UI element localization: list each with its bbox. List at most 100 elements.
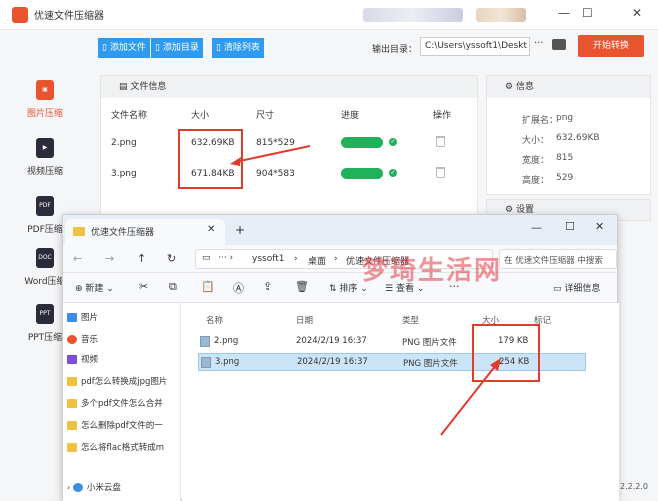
- minimize-icon[interactable]: —: [558, 6, 570, 20]
- nav-item-folder[interactable]: 多个pdf文件怎么合并: [67, 395, 179, 413]
- app-logo-icon: [12, 6, 28, 23]
- minimize-icon[interactable]: —: [531, 221, 542, 234]
- info-key: 大小：: [522, 136, 550, 146]
- close-icon[interactable]: ✕: [595, 220, 604, 233]
- browse-more-button[interactable]: ···: [534, 38, 544, 49]
- output-dir-field[interactable]: C:\Users\yssoft1\Deskt: [420, 37, 530, 56]
- info-panel-title: 信息: [515, 82, 534, 92]
- sidebar-item-label: 图片压缩: [26, 109, 63, 119]
- command-bar: ⊕ 新建 ⌄ ✂ ⧉ 📋 Ⓐ ⇪ 🗑 ⇅ 排序 ⌄ ☰ 查看 ⌄ ··· ▭ 详…: [63, 273, 617, 303]
- pictures-icon: [67, 313, 77, 322]
- file-type: PNG 图片文件: [402, 338, 457, 348]
- col-type[interactable]: 类型: [402, 314, 419, 326]
- file-name: 2.png: [111, 138, 137, 148]
- add-file-button[interactable]: ▯ 添加文件: [98, 38, 150, 58]
- copy-icon[interactable]: ⧉: [169, 280, 177, 294]
- version-label: 2.2.2.0: [620, 482, 648, 491]
- tab-title: 优速文件压缩器: [91, 228, 155, 238]
- nav-item-folder[interactable]: 怎么将flac格式转成m: [67, 439, 179, 457]
- col-date[interactable]: 日期: [296, 314, 313, 326]
- trash-icon[interactable]: [436, 167, 445, 178]
- info-value: png: [556, 113, 574, 123]
- nav-item-folder[interactable]: pdf怎么转换成jpg图片: [67, 373, 179, 391]
- pdf-icon: PDF: [36, 196, 54, 216]
- nav-label: 图片: [81, 313, 99, 323]
- clear-list-button[interactable]: ▯ 清除列表: [212, 38, 264, 58]
- details-label: 详细信息: [564, 284, 601, 294]
- nav-item-cloud[interactable]: › 小米云盘: [67, 479, 179, 497]
- explorer-tabbar: 优速文件压缩器 ✕ + — ☐ ✕: [63, 215, 617, 245]
- folder-icon: [67, 377, 77, 386]
- monitor-icon: ▭: [202, 253, 211, 263]
- nav-label: 怎么删除pdf文件的一: [81, 421, 163, 431]
- up-icon[interactable]: ↑: [137, 252, 146, 265]
- gear-icon: ⚙: [505, 82, 514, 92]
- add-dir-button[interactable]: ▯ 添加目录: [151, 38, 203, 58]
- chevron-right-icon: ›: [294, 254, 298, 264]
- info-key: 高度：: [522, 176, 550, 186]
- nav-item-music[interactable]: 音乐: [67, 331, 179, 349]
- paste-icon[interactable]: 📋: [201, 280, 215, 293]
- breadcrumb-item[interactable]: 桌面: [308, 254, 326, 267]
- breadcrumb-item[interactable]: yssoft1: [252, 254, 284, 264]
- col-name[interactable]: 名称: [206, 314, 223, 326]
- delete-icon[interactable]: 🗑: [295, 280, 309, 293]
- videos-icon: [67, 355, 77, 364]
- folder-icon: [67, 443, 77, 452]
- info-value: 815: [556, 153, 574, 163]
- close-icon[interactable]: ✕: [632, 6, 642, 20]
- cloud-icon: [72, 483, 83, 492]
- file-date: 2024/2/19 16:37: [296, 336, 367, 346]
- nav-item-pictures[interactable]: 图片: [67, 309, 179, 327]
- new-tab-button[interactable]: +: [235, 223, 245, 237]
- navigation-pane: 图片 音乐 视频 pdf怎么转换成jpg图片 多个pdf文件怎么合并 怎么删除p…: [63, 303, 181, 501]
- add-dir-label: 添加目录: [162, 43, 199, 53]
- file-list: 名称 日期 类型 大小 标记 2.png 2024/2/19 16:37 PNG…: [182, 303, 619, 501]
- sort-label: 排序: [339, 284, 358, 294]
- trash-icon[interactable]: [436, 136, 445, 147]
- sidebar-item-video[interactable]: ▶ 视频压缩: [0, 138, 90, 198]
- new-button[interactable]: ⊕ 新建 ⌄: [75, 281, 114, 294]
- share-icon[interactable]: ⇪: [263, 280, 272, 293]
- nav-item-folder[interactable]: 怎么删除pdf文件的一: [67, 417, 179, 435]
- forward-icon[interactable]: →: [105, 252, 114, 265]
- info-key: 宽度：: [522, 156, 550, 166]
- restore-icon[interactable]: ☐: [582, 6, 593, 20]
- nav-label: pdf怎么转换成jpg图片: [81, 377, 168, 387]
- explorer-tab[interactable]: 优速文件压缩器 ✕: [65, 219, 225, 245]
- sidebar-item-image[interactable]: ▣ 图片压缩: [0, 80, 90, 140]
- cut-icon[interactable]: ✂: [139, 280, 148, 293]
- col-action: 操作: [433, 111, 452, 121]
- col-dims: 尺寸: [256, 111, 275, 121]
- refresh-icon[interactable]: ↻: [167, 252, 176, 265]
- blurred-region: [363, 8, 463, 22]
- info-value: 632.69KB: [556, 133, 600, 143]
- ellipsis: ··· ›: [218, 253, 234, 263]
- music-icon: [67, 335, 77, 344]
- info-panel-header: ⚙ 信息: [487, 76, 650, 98]
- image-icon: ▣: [36, 80, 54, 100]
- watermark: 梦琦生活网: [362, 256, 503, 286]
- maximize-icon[interactable]: ☐: [565, 220, 575, 233]
- folder-icon: [73, 227, 85, 236]
- nav-item-videos[interactable]: 视频: [67, 351, 179, 369]
- ppt-icon: PPT: [36, 304, 54, 324]
- back-icon[interactable]: ←: [73, 252, 82, 265]
- chevron-right-icon: ›: [67, 483, 71, 492]
- rename-icon[interactable]: Ⓐ: [233, 280, 244, 296]
- details-button[interactable]: ▭ 详细信息: [553, 281, 600, 294]
- search-input[interactable]: 在 优速文件压缩器 中搜索: [499, 249, 617, 269]
- file-panel-title: 文件信息: [130, 82, 167, 92]
- address-bar: ← → ↑ ↻ ▭ ··· › yssoft1 › 桌面 › 优速文件压缩器 在…: [63, 245, 617, 273]
- start-convert-button[interactable]: 开始转换: [578, 35, 644, 57]
- file-name: 3.png: [215, 357, 240, 367]
- check-icon: ✓: [389, 138, 397, 146]
- nav-label: 音乐: [81, 335, 99, 345]
- info-value: 529: [556, 173, 574, 183]
- folder-icon[interactable]: [552, 39, 566, 50]
- image-file-icon: [200, 336, 210, 347]
- annotation-arrow: [440, 358, 501, 436]
- new-label: 新建: [85, 284, 104, 294]
- video-icon: ▶: [36, 138, 54, 158]
- close-tab-icon[interactable]: ✕: [207, 224, 215, 235]
